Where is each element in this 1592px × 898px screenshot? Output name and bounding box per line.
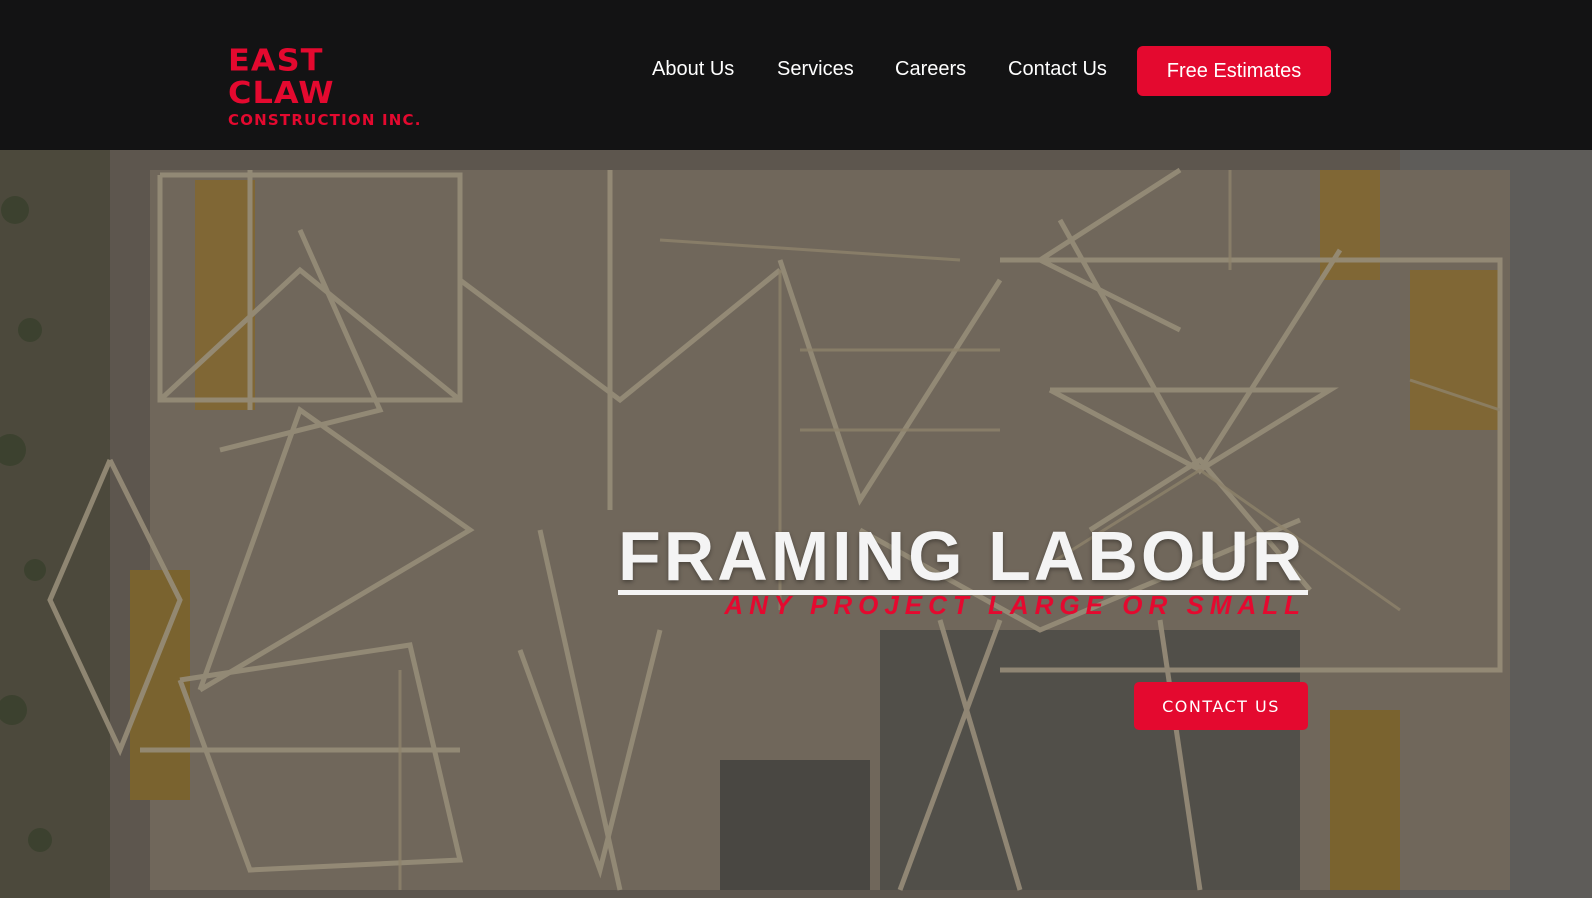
hero-subtitle: ANY PROJECT LARGE OR SMALL <box>724 590 1306 620</box>
nav-link-about[interactable]: About Us <box>652 58 734 81</box>
site-header: EAST CLAW CONSTRUCTION INC. About Us Ser… <box>0 0 1592 150</box>
nav-link-careers[interactable]: Careers <box>895 58 966 81</box>
hero-title: FRAMING LABOUR <box>618 517 1306 595</box>
hero-section: FRAMING LABOUR ANY PROJECT LARGE OR SMAL… <box>0 150 1592 898</box>
nav-link-contact[interactable]: Contact Us <box>1008 58 1107 81</box>
free-estimates-button[interactable]: Free Estimates <box>1137 46 1331 96</box>
nav-link-services[interactable]: Services <box>777 58 854 81</box>
main-nav: About Us Services Careers Contact Us Fre… <box>0 0 1592 150</box>
contact-us-button[interactable]: CONTACT US <box>1134 682 1308 730</box>
page: EAST CLAW CONSTRUCTION INC. About Us Ser… <box>0 0 1592 898</box>
